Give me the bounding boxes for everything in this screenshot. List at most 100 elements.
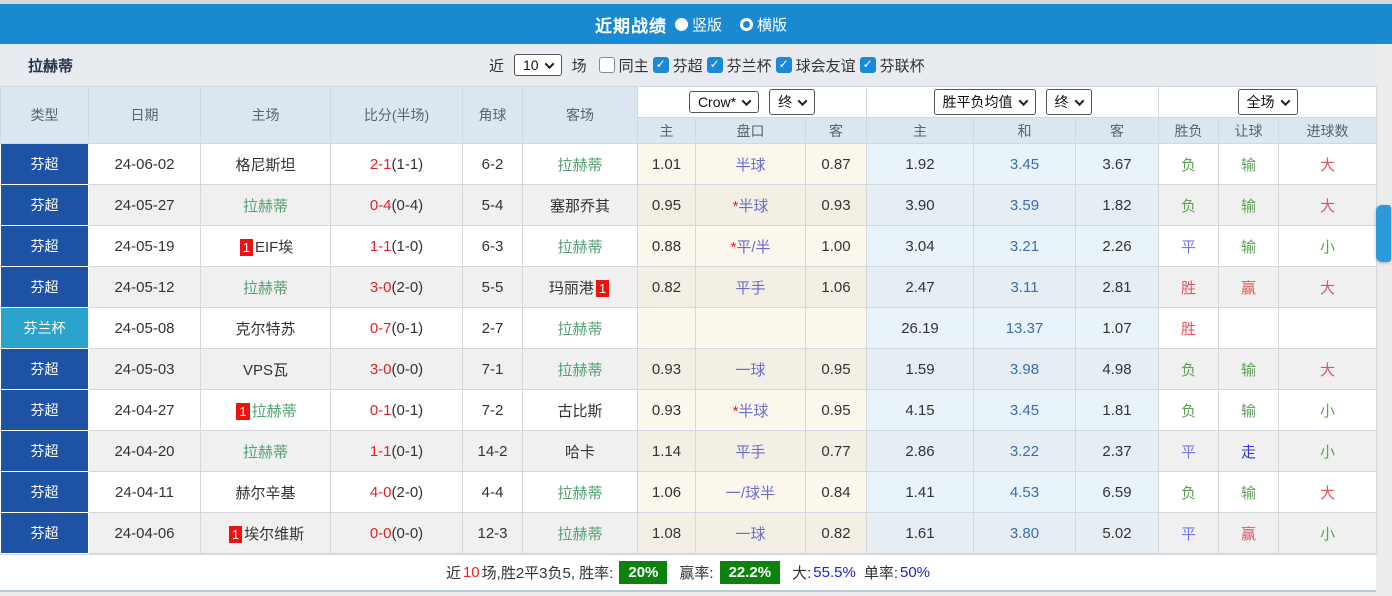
team-label: 拉赫蒂 (557, 157, 602, 174)
handicap-result-cell: 输 (1219, 390, 1279, 431)
goals-result-cell: 大 (1279, 472, 1377, 513)
team-label: 埃尔维斯 (244, 526, 304, 543)
team-label: 拉赫蒂 (252, 403, 297, 420)
handicap-result-cell: 输 (1219, 349, 1279, 390)
odds-home-cell: 1.14 (638, 431, 696, 472)
wdl-result-cell: 胜 (1159, 267, 1219, 308)
layout-vertical-option[interactable]: 竖版 (675, 14, 732, 35)
goals-result-cell: 小 (1279, 390, 1377, 431)
wdl-result-cell: 平 (1159, 226, 1219, 267)
col-header-corner: 角球 (463, 87, 523, 144)
date-cell: 24-05-03 (89, 349, 201, 390)
score-cell: 0-0(0-0) (331, 513, 463, 554)
odds-home-cell: 0.88 (638, 226, 696, 267)
results-body: 芬超24-06-02格尼斯坦2-1(1-1)6-2拉赫蒂1.01半球0.871.… (1, 144, 1377, 554)
rank-badge: 1 (229, 526, 242, 543)
vertical-radio-icon[interactable] (675, 18, 688, 31)
win-rate-badge: 20% (619, 561, 667, 584)
table-row: 芬超24-05-191EIF埃1-1(1-0)6-3拉赫蒂0.88*平/半1.0… (1, 226, 1377, 267)
wdl-result-cell: 负 (1159, 144, 1219, 185)
goals-result-cell: 小 (1279, 431, 1377, 472)
odds-away-cell: 0.87 (806, 144, 867, 185)
odds-away-cell: 0.95 (806, 349, 867, 390)
rank-badge: 1 (236, 403, 249, 420)
home-team-cell: 1埃尔维斯 (201, 513, 331, 554)
avg-away-cell: 1.07 (1076, 308, 1159, 349)
away-team-cell: 玛丽港1 (523, 267, 638, 308)
score-cell: 2-1(1-1) (331, 144, 463, 185)
score-cell: 0-4(0-4) (331, 185, 463, 226)
chevron-down-icon (544, 59, 554, 69)
avg-away-cell: 3.67 (1076, 144, 1159, 185)
handicap-cell: 半球 (696, 144, 806, 185)
bookmaker-select[interactable]: Crow* (689, 91, 759, 113)
wdl-result-cell: 胜 (1159, 308, 1219, 349)
wdl-result-cell: 负 (1159, 472, 1219, 513)
chevron-down-icon (742, 96, 752, 106)
date-cell: 24-05-27 (89, 185, 201, 226)
score-cell: 0-1(0-1) (331, 390, 463, 431)
corner-cell: 6-2 (463, 144, 523, 185)
goals-result-cell: 小 (1279, 226, 1377, 267)
odds-home-cell: 0.93 (638, 390, 696, 431)
near-label: 近 (489, 55, 504, 76)
vertical-radio-label[interactable]: 竖版 (692, 14, 722, 35)
header-select-row: 类型 日期 主场 比分(半场) 角球 客场 Crow* 终 (1, 87, 1377, 118)
col-header-away: 客场 (523, 87, 638, 144)
match-type-cell: 芬超 (1, 267, 89, 308)
handicap-result-cell: 输 (1219, 226, 1279, 267)
table-row: 芬超24-04-061埃尔维斯0-0(0-0)12-3拉赫蒂1.08一球0.82… (1, 513, 1377, 554)
match-type-cell: 芬超 (1, 472, 89, 513)
handicap-cell: 一/球半 (696, 472, 806, 513)
panel-title: 近期战绩 (595, 12, 667, 37)
layout-horizontal-option[interactable]: 横版 (740, 14, 797, 35)
results-table: 类型 日期 主场 比分(半场) 角球 客场 Crow* 终 (0, 86, 1377, 554)
away-team-cell: 拉赫蒂 (523, 472, 638, 513)
handicap-cell: 一球 (696, 513, 806, 554)
handicap-cell: 一球 (696, 349, 806, 390)
col-header-home: 主场 (201, 87, 331, 144)
avg-home-cell: 1.59 (867, 349, 974, 390)
scope-select-cell: 全场 (1159, 87, 1377, 118)
horizontal-radio-icon[interactable] (740, 18, 753, 31)
wdl-result-cell: 负 (1159, 390, 1219, 431)
league-checkbox-finland-cup[interactable] (707, 57, 723, 73)
handicap-result-cell: 赢 (1219, 513, 1279, 554)
scope-select[interactable]: 全场 (1238, 89, 1298, 115)
league-checkbox-finland-premier[interactable] (653, 57, 669, 73)
league-checkbox-club-friendly[interactable] (776, 57, 792, 73)
subcol-avg-home: 主 (867, 118, 974, 144)
avg-draw-cell: 3.21 (974, 226, 1076, 267)
team-label: 拉赫蒂 (557, 362, 602, 379)
col-header-score: 比分(半场) (331, 87, 463, 144)
single-rate-value: 50% (900, 564, 930, 581)
subcol-odds-away: 客 (806, 118, 867, 144)
matches-count-select[interactable]: 10 (514, 54, 562, 76)
side-panel-toggle[interactable] (1376, 205, 1391, 262)
recent-results-panel: 近期战绩 竖版 横版 拉赫蒂 近 10 场 同主 芬超 芬兰杯 (0, 0, 1392, 596)
avg-state-select[interactable]: 终 (1046, 89, 1092, 115)
odds-away-cell: 1.06 (806, 267, 867, 308)
odds-away-cell (806, 308, 867, 349)
avg-draw-cell: 13.37 (974, 308, 1076, 349)
avg-home-cell: 2.47 (867, 267, 974, 308)
goals-result-cell: 大 (1279, 267, 1377, 308)
handicap-result-cell (1219, 308, 1279, 349)
league-checkbox-finland-league-cup[interactable] (860, 57, 876, 73)
league-label-finland-league-cup: 芬联杯 (880, 55, 925, 76)
odds-home-cell: 1.08 (638, 513, 696, 554)
odds-away-cell: 1.00 (806, 226, 867, 267)
odds-home-cell: 0.93 (638, 349, 696, 390)
wdl-result-cell: 负 (1159, 185, 1219, 226)
score-cell: 1-1(1-0) (331, 226, 463, 267)
team-name: 拉赫蒂 (28, 55, 73, 76)
horizontal-radio-label[interactable]: 横版 (757, 14, 787, 35)
subcol-goals: 进球数 (1279, 118, 1377, 144)
same-venue-checkbox[interactable] (599, 57, 615, 73)
handicap-result-cell: 输 (1219, 144, 1279, 185)
single-rate-label: 单率: (864, 562, 898, 583)
chevron-down-icon (1280, 96, 1290, 106)
bookmaker-state-select[interactable]: 终 (769, 89, 815, 115)
avg-select[interactable]: 胜平负均值 (934, 89, 1036, 115)
table-row: 芬超24-05-03VPS瓦3-0(0-0)7-1拉赫蒂0.93一球0.951.… (1, 349, 1377, 390)
